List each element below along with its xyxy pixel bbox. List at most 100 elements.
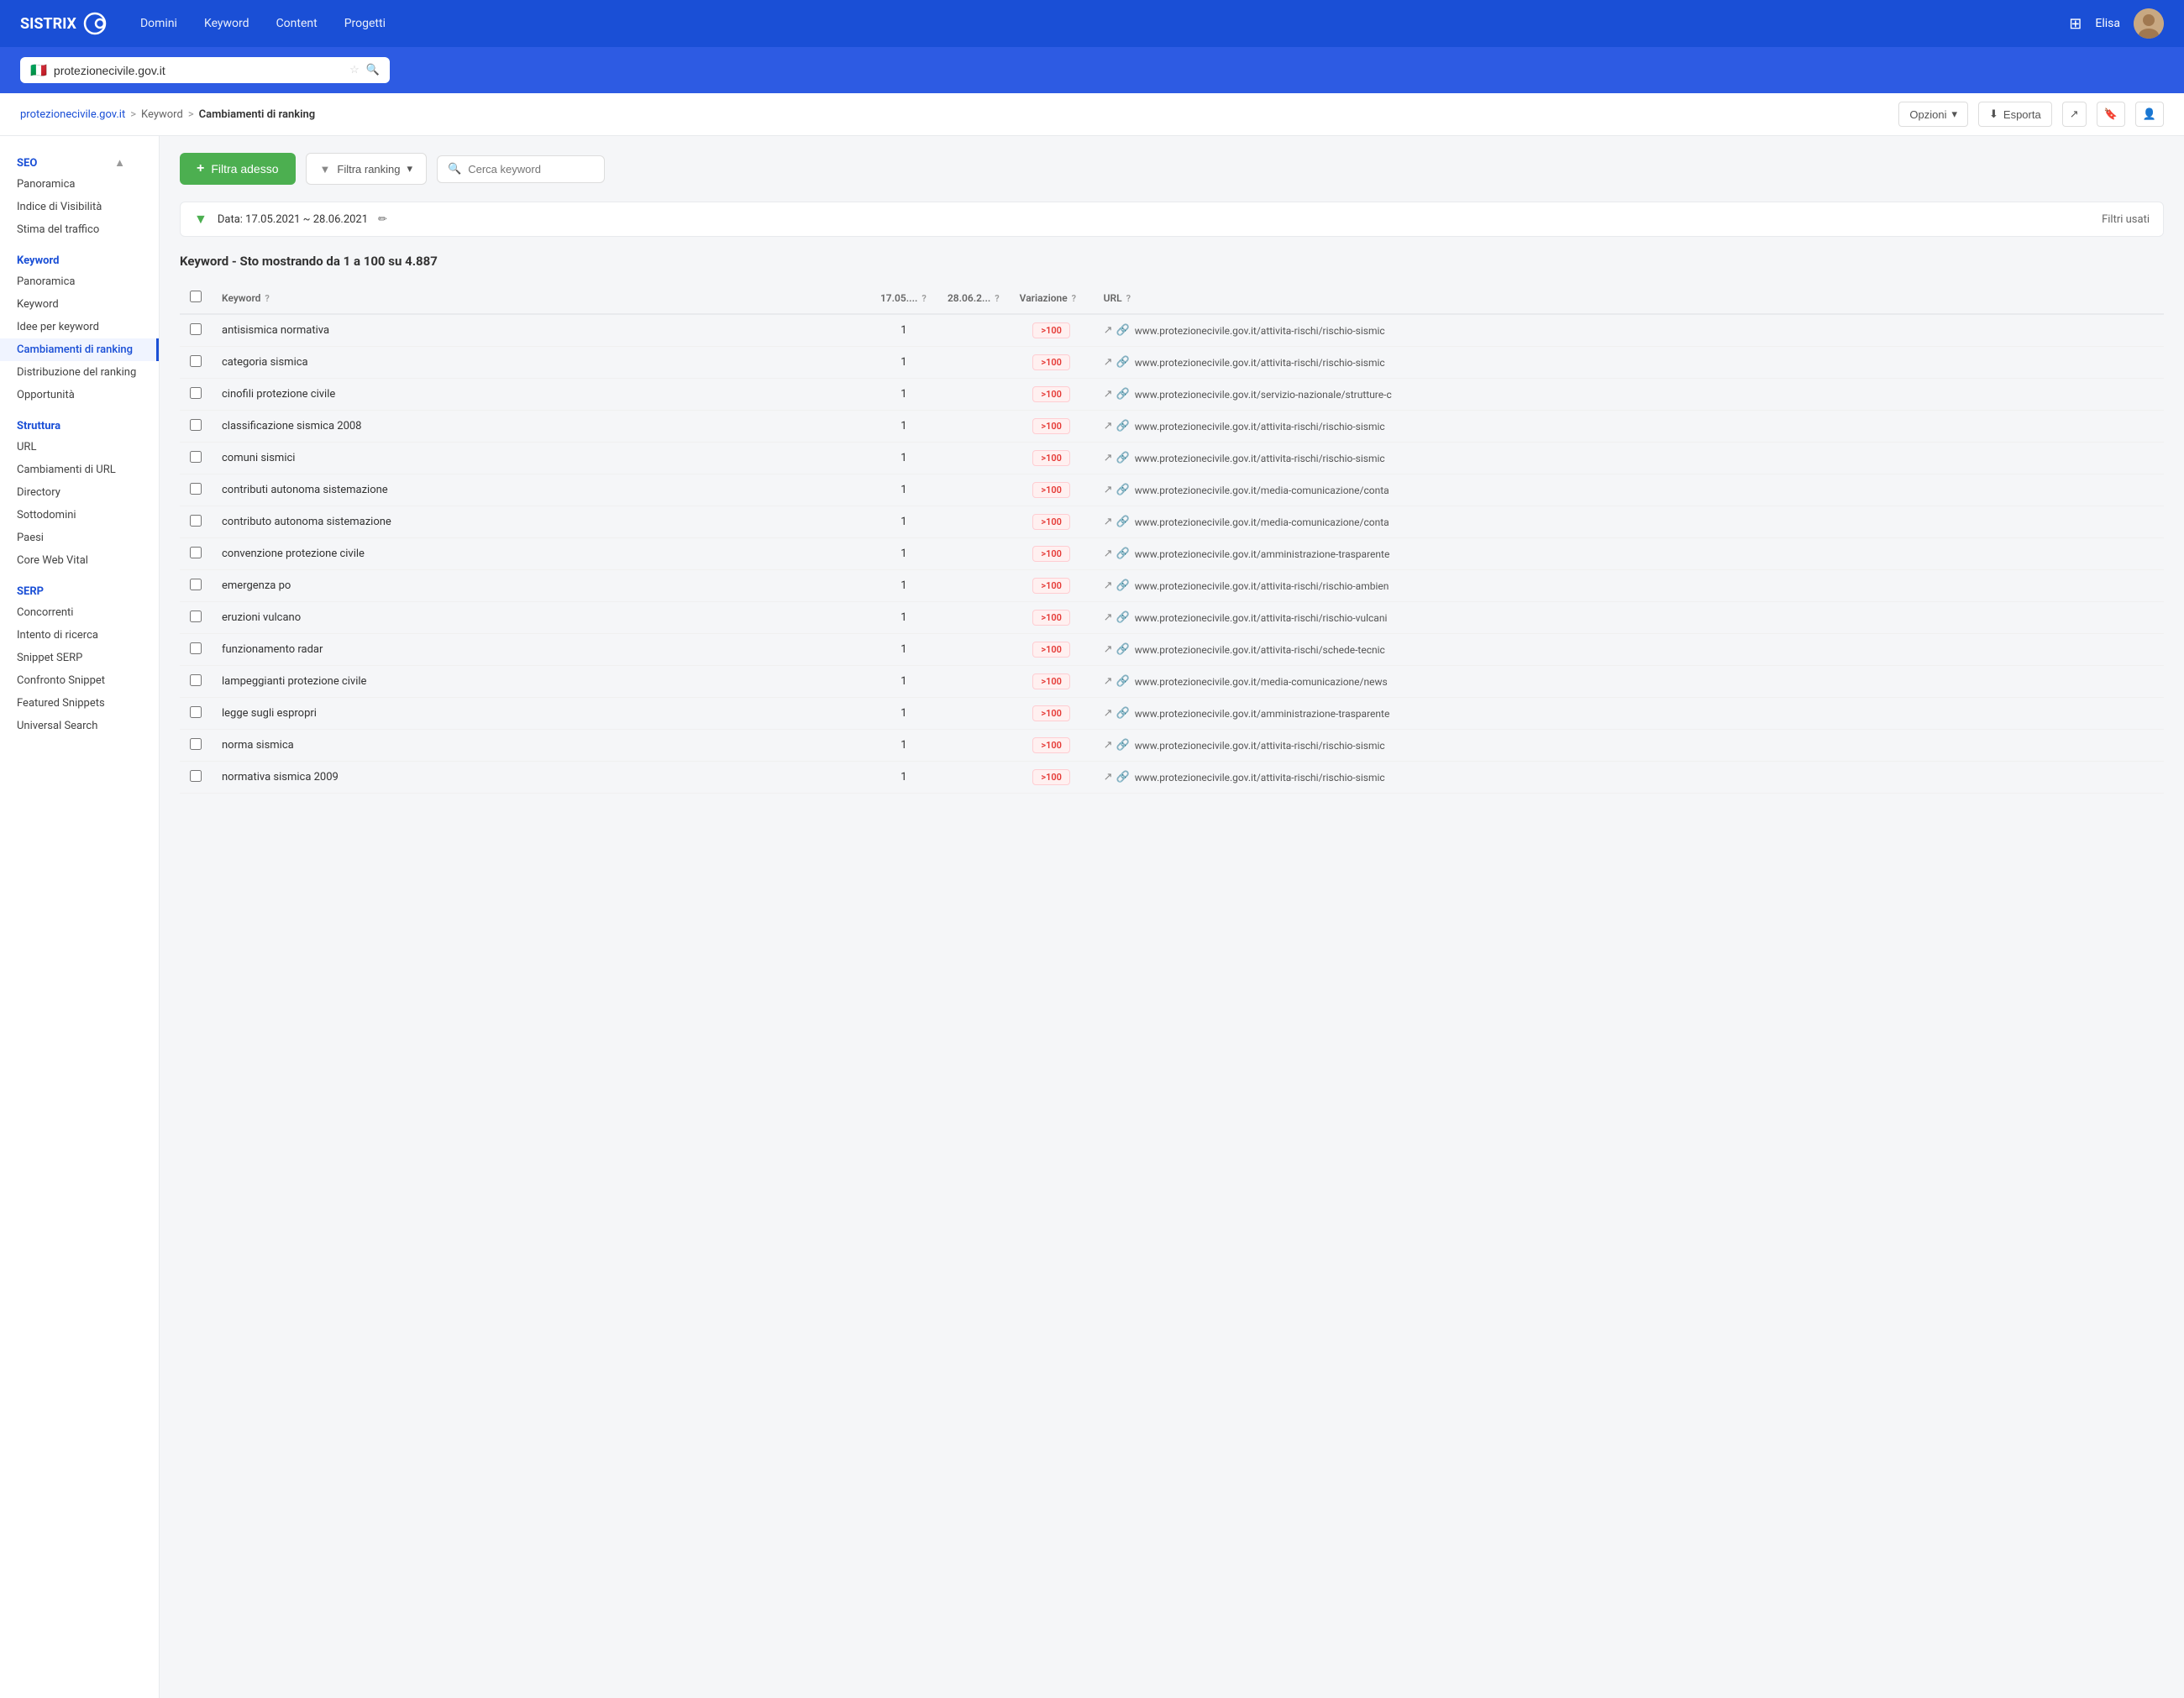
filtra-ranking-button[interactable]: ▼ Filtra ranking ▾ [306, 153, 428, 185]
sidebar-item-cambiamenti-url[interactable]: Cambiamenti di URL [0, 459, 159, 481]
share-button[interactable]: ↗ [2062, 102, 2087, 127]
lock-icon[interactable]: 🔗 [1116, 771, 1130, 783]
row-checkbox[interactable] [190, 674, 202, 686]
lock-icon[interactable]: 🔗 [1116, 675, 1130, 688]
external-link-icon[interactable]: ↗ [1104, 388, 1113, 401]
sidebar-item-opportunita[interactable]: Opportunità [0, 384, 159, 406]
lock-icon[interactable]: 🔗 [1116, 484, 1130, 496]
sidebar-item-confronto-snippet[interactable]: Confronto Snippet [0, 669, 159, 692]
lock-icon[interactable]: 🔗 [1116, 324, 1130, 337]
export-button[interactable]: ⬇ Esporta [1978, 102, 2052, 127]
breadcrumb-root[interactable]: protezionecivile.gov.it [20, 108, 125, 121]
edit-date-icon[interactable]: ✏ [378, 213, 387, 226]
external-link-icon[interactable]: ↗ [1104, 356, 1113, 369]
external-link-icon[interactable]: ↗ [1104, 324, 1113, 337]
external-link-icon[interactable]: ↗ [1104, 611, 1113, 624]
row-checkbox[interactable] [190, 642, 202, 654]
sidebar-item-distribuzione[interactable]: Distribuzione del ranking [0, 361, 159, 384]
options-button[interactable]: Opzioni ▾ [1898, 102, 1968, 127]
external-link-icon[interactable]: ↗ [1104, 643, 1113, 656]
row-checkbox[interactable] [190, 738, 202, 750]
sidebar-item-panoramica-seo[interactable]: Panoramica [0, 173, 159, 196]
breadcrumb-sep1: > [130, 108, 136, 121]
row-checkbox[interactable] [190, 483, 202, 495]
nav-content[interactable]: Content [276, 13, 318, 34]
lock-icon[interactable]: 🔗 [1116, 516, 1130, 528]
sidebar-item-cambiamenti-ranking[interactable]: Cambiamenti di ranking [0, 338, 159, 361]
sidebar-item-paesi[interactable]: Paesi [0, 527, 159, 549]
external-link-icon[interactable]: ↗ [1104, 484, 1113, 496]
sidebar-item-visibilita[interactable]: Indice di Visibilità [0, 196, 159, 218]
td-url: ↗ 🔗 www.protezionecivile.gov.it/attivita… [1094, 762, 2164, 794]
filter-adesso-button[interactable]: + Filtra adesso [180, 153, 296, 185]
row-checkbox[interactable] [190, 419, 202, 431]
sidebar-seo-collapse[interactable]: ▲ [114, 156, 125, 170]
row-checkbox[interactable] [190, 547, 202, 558]
external-link-icon[interactable]: ↗ [1104, 707, 1113, 720]
sidebar-item-universal-search[interactable]: Universal Search [0, 715, 159, 737]
lock-icon[interactable]: 🔗 [1116, 611, 1130, 624]
td-variation: >100 [1010, 379, 1094, 411]
row-checkbox[interactable] [190, 706, 202, 718]
user-add-icon: 👤 [2143, 107, 2156, 120]
nav-domini[interactable]: Domini [140, 13, 177, 34]
row-checkbox[interactable] [190, 451, 202, 463]
avatar[interactable] [2134, 8, 2164, 39]
external-link-icon[interactable]: ↗ [1104, 771, 1113, 783]
external-link-icon[interactable]: ↗ [1104, 516, 1113, 528]
row-checkbox[interactable] [190, 611, 202, 622]
sidebar-item-sottodomini[interactable]: Sottodomini [0, 504, 159, 527]
date-filter-text: Data: 17.05.2021 ~ 28.06.2021 [218, 213, 368, 226]
lock-icon[interactable]: 🔗 [1116, 707, 1130, 720]
row-checkbox[interactable] [190, 387, 202, 399]
lock-icon[interactable]: 🔗 [1116, 420, 1130, 432]
external-link-icon[interactable]: ↗ [1104, 548, 1113, 560]
sidebar-item-core-web-vital[interactable]: Core Web Vital [0, 549, 159, 572]
sidebar-item-traffico[interactable]: Stima del traffico [0, 218, 159, 241]
sidebar-item-idee-keyword[interactable]: Idee per keyword [0, 316, 159, 338]
sidebar-item-panoramica-kw[interactable]: Panoramica [0, 270, 159, 293]
options-label: Opzioni [1909, 108, 1946, 121]
lock-icon[interactable]: 🔗 [1116, 356, 1130, 369]
sidebar-item-concorrenti[interactable]: Concorrenti [0, 601, 159, 624]
nav-keyword[interactable]: Keyword [204, 13, 249, 34]
th-date2-help: ? [995, 293, 999, 304]
search-input[interactable] [54, 64, 343, 77]
nav-progetti[interactable]: Progetti [344, 13, 386, 34]
sidebar-item-snippet-serp[interactable]: Snippet SERP [0, 647, 159, 669]
lock-icon[interactable]: 🔗 [1116, 739, 1130, 752]
td-date1: 1 [870, 570, 937, 602]
search-keyword-input[interactable] [468, 163, 594, 176]
sidebar-item-url[interactable]: URL [0, 436, 159, 459]
lock-icon[interactable]: 🔗 [1116, 643, 1130, 656]
sidebar-item-featured-snippets[interactable]: Featured Snippets [0, 692, 159, 715]
sidebar-item-directory[interactable]: Directory [0, 481, 159, 504]
row-checkbox[interactable] [190, 770, 202, 782]
lock-icon[interactable]: 🔗 [1116, 579, 1130, 592]
sidebar-item-intento[interactable]: Intento di ricerca [0, 624, 159, 647]
url-text: www.protezionecivile.gov.it/attivita-ris… [1135, 453, 1385, 464]
row-checkbox[interactable] [190, 579, 202, 590]
lock-icon[interactable]: 🔗 [1116, 548, 1130, 560]
select-all-checkbox[interactable] [190, 291, 202, 302]
external-link-icon[interactable]: ↗ [1104, 579, 1113, 592]
lock-icon[interactable]: 🔗 [1116, 388, 1130, 401]
user-add-button[interactable]: 👤 [2135, 102, 2164, 127]
row-checkbox[interactable] [190, 323, 202, 335]
breadcrumb-middle[interactable]: Keyword [141, 108, 183, 121]
search-submit-icon[interactable]: 🔍 [366, 64, 380, 76]
td-keyword: emergenza po [212, 570, 870, 602]
bookmark-button[interactable]: 🔖 [2097, 102, 2125, 127]
external-link-icon[interactable]: ↗ [1104, 420, 1113, 432]
row-checkbox[interactable] [190, 355, 202, 367]
external-link-icon[interactable]: ↗ [1104, 452, 1113, 464]
external-link-icon[interactable]: ↗ [1104, 675, 1113, 688]
table-row: funzionamento radar 1 >100 ↗ 🔗 www.prote… [180, 634, 2164, 666]
nav-right: ⊞ Elisa [2069, 8, 2164, 39]
sidebar-item-keyword[interactable]: Keyword [0, 293, 159, 316]
row-checkbox[interactable] [190, 515, 202, 527]
star-icon[interactable]: ☆ [349, 64, 360, 76]
lock-icon[interactable]: 🔗 [1116, 452, 1130, 464]
external-link-icon[interactable]: ↗ [1104, 739, 1113, 752]
grid-icon[interactable]: ⊞ [2069, 15, 2082, 33]
